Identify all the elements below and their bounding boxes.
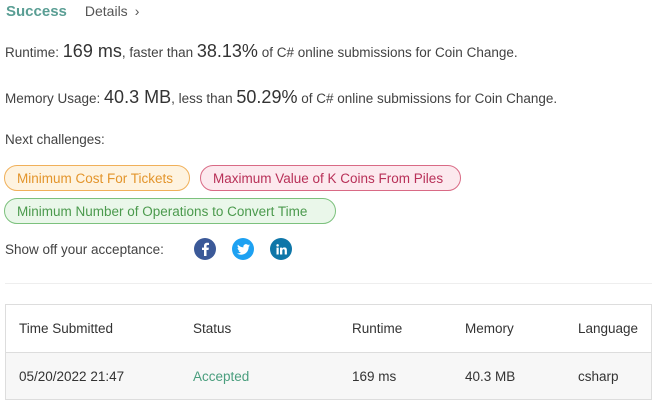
challenge-tag-minimum-cost-for-tickets[interactable]: Minimum Cost For Tickets	[4, 165, 190, 191]
runtime-label: Runtime:	[5, 45, 60, 60]
runtime-percent: 38.13%	[196, 41, 258, 61]
runtime-suffix: of C# online submissions for Coin Change…	[261, 45, 518, 60]
share-label: Show off your acceptance:	[5, 242, 164, 257]
memory-value: 40.3 MB	[104, 87, 172, 107]
runtime-comparison: , faster than	[121, 45, 194, 60]
column-header-time-submitted: Time Submitted	[19, 321, 114, 336]
column-header-memory: Memory	[465, 321, 514, 336]
table-header-row: Time Submitted Status Runtime Memory Lan…	[6, 305, 651, 353]
facebook-icon[interactable]	[194, 238, 216, 260]
table-row: 05/20/2022 21:47 Accepted 169 ms 40.3 MB…	[6, 353, 651, 399]
challenge-tag-minimum-operations-convert-time[interactable]: Minimum Number of Operations to Convert …	[4, 198, 336, 224]
divider	[5, 283, 652, 284]
cell-language: csharp	[578, 368, 619, 384]
column-header-status: Status	[193, 321, 232, 336]
column-header-language: Language	[578, 321, 639, 336]
submissions-table: Time Submitted Status Runtime Memory Lan…	[5, 304, 652, 400]
memory-comparison: , less than	[171, 91, 233, 106]
details-label: Details	[84, 3, 128, 19]
runtime-value: 169 ms	[62, 41, 122, 61]
cell-memory: 40.3 MB	[465, 368, 516, 384]
memory-percent: 50.29%	[236, 87, 298, 107]
cell-runtime: 169 ms	[352, 368, 397, 384]
challenge-tag-maximum-value-of-k-coins[interactable]: Maximum Value of K Coins From Piles	[200, 165, 461, 191]
memory-summary: Memory Usage: 40.3 MB, less than 50.29% …	[5, 87, 557, 108]
memory-suffix: of C# online submissions for Coin Change…	[301, 91, 558, 106]
chevron-right-icon: ›	[134, 3, 140, 19]
memory-label: Memory Usage:	[5, 91, 101, 106]
success-status: Success	[6, 3, 67, 20]
runtime-summary: Runtime: 169 ms, faster than 38.13% of C…	[5, 41, 518, 62]
details-link[interactable]: Details ›	[85, 3, 139, 19]
linkedin-icon[interactable]	[270, 238, 292, 260]
twitter-icon[interactable]	[232, 238, 254, 260]
next-challenges-label: Next challenges:	[5, 132, 105, 147]
status-accepted-link[interactable]: Accepted	[193, 353, 249, 399]
result-header: Success Details ›	[6, 3, 139, 20]
cell-time-submitted: 05/20/2022 21:47	[19, 368, 125, 384]
column-header-runtime: Runtime	[352, 321, 403, 336]
